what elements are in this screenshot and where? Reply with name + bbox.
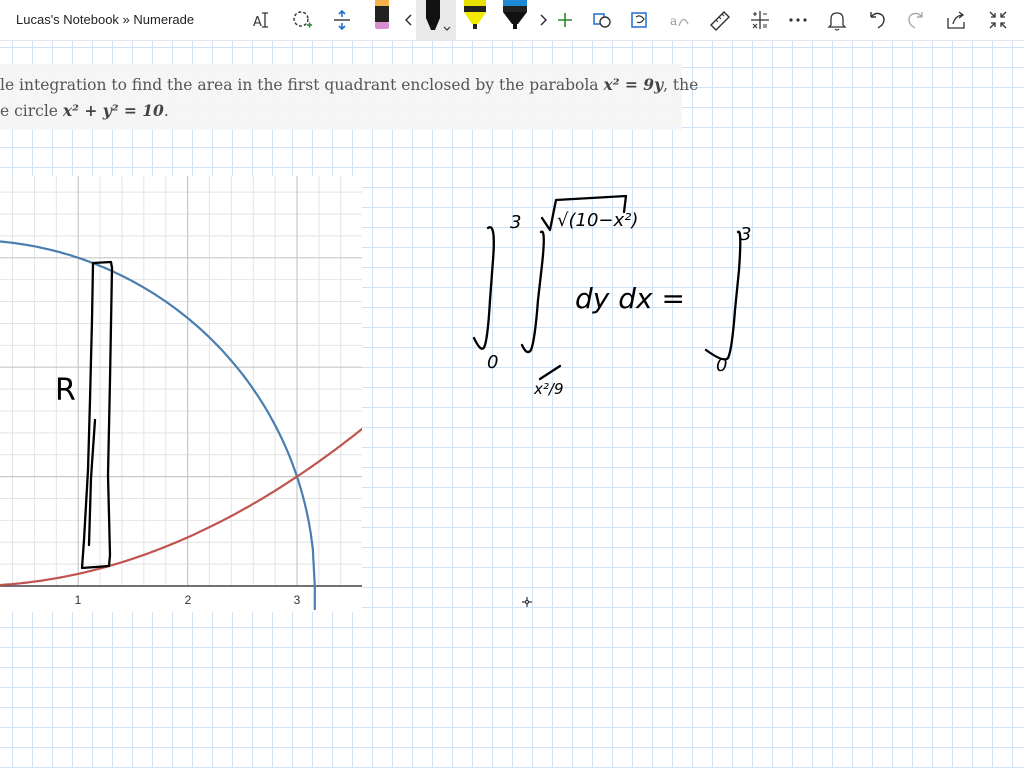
insert-space-icon[interactable]: [331, 6, 353, 34]
highlighter-yellow-icon[interactable]: [462, 0, 488, 29]
pen-black-icon[interactable]: [416, 0, 456, 40]
question-line-1: le integration to find the area in the f…: [0, 75, 698, 94]
region-graph: 1 2 3: [0, 176, 362, 612]
x-tick-label-1: 1: [75, 593, 82, 607]
more-icon[interactable]: [787, 6, 809, 34]
question-text-end: , the: [663, 76, 699, 94]
parabola-equation: x² = 9y: [603, 75, 664, 94]
breadcrumb[interactable]: Lucas's Notebook » Numerade: [16, 12, 194, 27]
pen-blue-icon[interactable]: [501, 0, 529, 29]
redo-icon[interactable]: [905, 6, 927, 34]
question-text-end: .: [163, 102, 169, 120]
svg-text:A: A: [253, 15, 262, 30]
question-panel: le integration to find the area in the f…: [0, 64, 698, 130]
svg-text:a: a: [670, 14, 677, 28]
question-text: e circle: [0, 102, 63, 120]
shapes-icon[interactable]: [592, 6, 614, 34]
text-select-icon[interactable]: A: [252, 6, 274, 34]
share-icon[interactable]: [945, 6, 967, 34]
fullscreen-icon[interactable]: [987, 6, 1009, 34]
lasso-select-icon[interactable]: [291, 6, 313, 34]
question-text: le integration to find the area in the f…: [0, 76, 604, 94]
pen-pink-icon[interactable]: [372, 0, 392, 29]
toolbar: Lucas's Notebook » Numerade A a: [0, 0, 1024, 41]
chevron-right-icon[interactable]: [536, 6, 550, 34]
x-tick-label-3: 3: [294, 593, 301, 607]
ink-to-shape-icon[interactable]: [629, 6, 651, 34]
x-tick-label-2: 2: [185, 593, 192, 607]
ruler-icon[interactable]: [708, 6, 732, 34]
question-line-2: e circle x² + y² = 10.: [0, 101, 169, 120]
graph-background: [0, 176, 362, 612]
ink-to-math-icon[interactable]: a: [669, 6, 691, 34]
add-pen-icon[interactable]: [556, 6, 574, 34]
bell-icon[interactable]: [826, 6, 848, 34]
circle-equation: x² + y² = 10: [62, 101, 164, 120]
undo-icon[interactable]: [866, 6, 888, 34]
chevron-left-icon[interactable]: [402, 6, 416, 34]
math-icon[interactable]: [748, 6, 772, 34]
